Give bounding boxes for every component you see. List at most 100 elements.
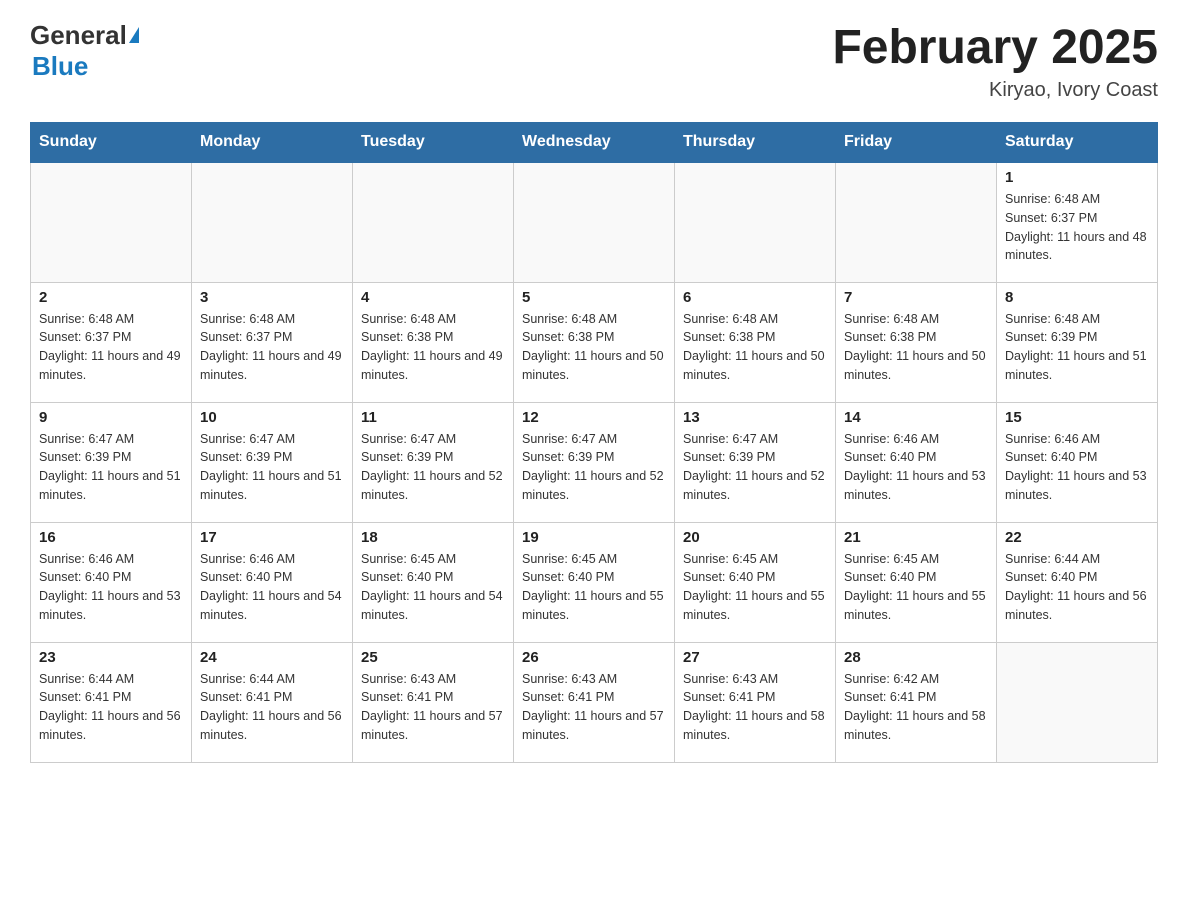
- day-info: Sunrise: 6:48 AM Sunset: 6:37 PM Dayligh…: [39, 310, 183, 385]
- day-of-week-header: Saturday: [997, 123, 1158, 163]
- day-info: Sunrise: 6:48 AM Sunset: 6:37 PM Dayligh…: [1005, 190, 1149, 265]
- day-number: 16: [39, 529, 183, 546]
- title-block: February 2025 Kiryao, Ivory Coast: [832, 20, 1158, 102]
- day-number: 13: [683, 409, 827, 426]
- calendar-day-cell: 15Sunrise: 6:46 AM Sunset: 6:40 PM Dayli…: [997, 402, 1158, 522]
- day-of-week-header: Monday: [192, 123, 353, 163]
- day-info: Sunrise: 6:47 AM Sunset: 6:39 PM Dayligh…: [39, 430, 183, 505]
- day-number: 3: [200, 289, 344, 306]
- calendar-day-cell: 27Sunrise: 6:43 AM Sunset: 6:41 PM Dayli…: [675, 642, 836, 762]
- calendar-week-row: 23Sunrise: 6:44 AM Sunset: 6:41 PM Dayli…: [31, 642, 1158, 762]
- day-of-week-header: Thursday: [675, 123, 836, 163]
- logo-blue-text: Blue: [32, 51, 88, 82]
- day-info: Sunrise: 6:48 AM Sunset: 6:39 PM Dayligh…: [1005, 310, 1149, 385]
- day-info: Sunrise: 6:46 AM Sunset: 6:40 PM Dayligh…: [1005, 430, 1149, 505]
- calendar-day-cell: [675, 162, 836, 282]
- calendar-day-cell: 2 Sunrise: 6:48 AM Sunset: 6:37 PM Daylig…: [31, 282, 192, 402]
- day-number: 22: [1005, 529, 1149, 546]
- day-info: Sunrise: 6:43 AM Sunset: 6:41 PM Dayligh…: [361, 670, 505, 745]
- calendar-day-cell: 9 Sunrise: 6:47 AM Sunset: 6:39 PM Daylig…: [31, 402, 192, 522]
- day-number: 7: [844, 289, 988, 306]
- calendar-day-cell: [192, 162, 353, 282]
- day-of-week-header: Tuesday: [353, 123, 514, 163]
- day-info: Sunrise: 6:46 AM Sunset: 6:40 PM Dayligh…: [200, 550, 344, 625]
- logo-general-text: General: [30, 20, 127, 51]
- day-number: 12: [522, 409, 666, 426]
- day-number: 11: [361, 409, 505, 426]
- day-info: Sunrise: 6:44 AM Sunset: 6:41 PM Dayligh…: [200, 670, 344, 745]
- calendar-table: SundayMondayTuesdayWednesdayThursdayFrid…: [30, 122, 1158, 763]
- day-info: Sunrise: 6:48 AM Sunset: 6:37 PM Dayligh…: [200, 310, 344, 385]
- calendar-day-cell: [514, 162, 675, 282]
- day-number: 5: [522, 289, 666, 306]
- calendar-day-cell: [353, 162, 514, 282]
- day-number: 27: [683, 649, 827, 666]
- month-title: February 2025: [832, 20, 1158, 75]
- day-number: 25: [361, 649, 505, 666]
- calendar-week-row: 9 Sunrise: 6:47 AM Sunset: 6:39 PM Daylig…: [31, 402, 1158, 522]
- day-number: 17: [200, 529, 344, 546]
- day-info: Sunrise: 6:48 AM Sunset: 6:38 PM Dayligh…: [522, 310, 666, 385]
- calendar-day-cell: 4 Sunrise: 6:48 AM Sunset: 6:38 PM Daylig…: [353, 282, 514, 402]
- calendar-day-cell: [836, 162, 997, 282]
- calendar-day-cell: [31, 162, 192, 282]
- day-number: 1: [1005, 169, 1149, 186]
- calendar-day-cell: 8 Sunrise: 6:48 AM Sunset: 6:39 PM Daylig…: [997, 282, 1158, 402]
- day-number: 6: [683, 289, 827, 306]
- calendar-day-cell: 17 Sunrise: 6:46 AM Sunset: 6:40 PM Dayli…: [192, 522, 353, 642]
- calendar-day-cell: 13 Sunrise: 6:47 AM Sunset: 6:39 PM Dayli…: [675, 402, 836, 522]
- day-info: Sunrise: 6:45 AM Sunset: 6:40 PM Dayligh…: [361, 550, 505, 625]
- logo: General Blue: [30, 20, 139, 82]
- calendar-day-cell: 11 Sunrise: 6:47 AM Sunset: 6:39 PM Dayli…: [353, 402, 514, 522]
- calendar-day-cell: 7 Sunrise: 6:48 AM Sunset: 6:38 PM Daylig…: [836, 282, 997, 402]
- day-number: 8: [1005, 289, 1149, 306]
- day-info: Sunrise: 6:45 AM Sunset: 6:40 PM Dayligh…: [844, 550, 988, 625]
- calendar-day-cell: 6 Sunrise: 6:48 AM Sunset: 6:38 PM Daylig…: [675, 282, 836, 402]
- calendar-day-cell: 20Sunrise: 6:45 AM Sunset: 6:40 PM Dayli…: [675, 522, 836, 642]
- day-info: Sunrise: 6:43 AM Sunset: 6:41 PM Dayligh…: [522, 670, 666, 745]
- day-info: Sunrise: 6:44 AM Sunset: 6:40 PM Dayligh…: [1005, 550, 1149, 625]
- calendar-day-cell: 25 Sunrise: 6:43 AM Sunset: 6:41 PM Dayli…: [353, 642, 514, 762]
- day-number: 4: [361, 289, 505, 306]
- calendar-day-cell: 12Sunrise: 6:47 AM Sunset: 6:39 PM Dayli…: [514, 402, 675, 522]
- calendar-day-cell: 3 Sunrise: 6:48 AM Sunset: 6:37 PM Daylig…: [192, 282, 353, 402]
- calendar-day-cell: 16 Sunrise: 6:46 AM Sunset: 6:40 PM Dayli…: [31, 522, 192, 642]
- day-info: Sunrise: 6:44 AM Sunset: 6:41 PM Dayligh…: [39, 670, 183, 745]
- day-info: Sunrise: 6:46 AM Sunset: 6:40 PM Dayligh…: [844, 430, 988, 505]
- day-info: Sunrise: 6:47 AM Sunset: 6:39 PM Dayligh…: [361, 430, 505, 505]
- calendar-day-cell: 14 Sunrise: 6:46 AM Sunset: 6:40 PM Dayli…: [836, 402, 997, 522]
- calendar-day-cell: 1 Sunrise: 6:48 AM Sunset: 6:37 PM Daylig…: [997, 162, 1158, 282]
- calendar-day-cell: 21 Sunrise: 6:45 AM Sunset: 6:40 PM Dayli…: [836, 522, 997, 642]
- day-number: 18: [361, 529, 505, 546]
- calendar-day-cell: 22 Sunrise: 6:44 AM Sunset: 6:40 PM Dayli…: [997, 522, 1158, 642]
- day-info: Sunrise: 6:48 AM Sunset: 6:38 PM Dayligh…: [361, 310, 505, 385]
- calendar-day-cell: 23Sunrise: 6:44 AM Sunset: 6:41 PM Dayli…: [31, 642, 192, 762]
- day-number: 21: [844, 529, 988, 546]
- calendar-day-cell: 26 Sunrise: 6:43 AM Sunset: 6:41 PM Dayli…: [514, 642, 675, 762]
- day-number: 14: [844, 409, 988, 426]
- day-info: Sunrise: 6:47 AM Sunset: 6:39 PM Dayligh…: [683, 430, 827, 505]
- day-of-week-header: Friday: [836, 123, 997, 163]
- day-number: 19: [522, 529, 666, 546]
- logo-triangle-icon: [129, 27, 139, 43]
- location: Kiryao, Ivory Coast: [832, 79, 1158, 102]
- calendar-header: SundayMondayTuesdayWednesdayThursdayFrid…: [31, 123, 1158, 163]
- day-info: Sunrise: 6:45 AM Sunset: 6:40 PM Dayligh…: [522, 550, 666, 625]
- day-info: Sunrise: 6:42 AM Sunset: 6:41 PM Dayligh…: [844, 670, 988, 745]
- day-info: Sunrise: 6:48 AM Sunset: 6:38 PM Dayligh…: [844, 310, 988, 385]
- calendar-week-row: 2 Sunrise: 6:48 AM Sunset: 6:37 PM Daylig…: [31, 282, 1158, 402]
- calendar-day-cell: [997, 642, 1158, 762]
- day-number: 24: [200, 649, 344, 666]
- day-number: 26: [522, 649, 666, 666]
- header-row: SundayMondayTuesdayWednesdayThursdayFrid…: [31, 123, 1158, 163]
- day-info: Sunrise: 6:46 AM Sunset: 6:40 PM Dayligh…: [39, 550, 183, 625]
- calendar-week-row: 1 Sunrise: 6:48 AM Sunset: 6:37 PM Daylig…: [31, 162, 1158, 282]
- day-number: 9: [39, 409, 183, 426]
- day-number: 2: [39, 289, 183, 306]
- day-number: 10: [200, 409, 344, 426]
- calendar-day-cell: 24 Sunrise: 6:44 AM Sunset: 6:41 PM Dayli…: [192, 642, 353, 762]
- day-number: 20: [683, 529, 827, 546]
- day-of-week-header: Wednesday: [514, 123, 675, 163]
- calendar-day-cell: 28Sunrise: 6:42 AM Sunset: 6:41 PM Dayli…: [836, 642, 997, 762]
- day-info: Sunrise: 6:48 AM Sunset: 6:38 PM Dayligh…: [683, 310, 827, 385]
